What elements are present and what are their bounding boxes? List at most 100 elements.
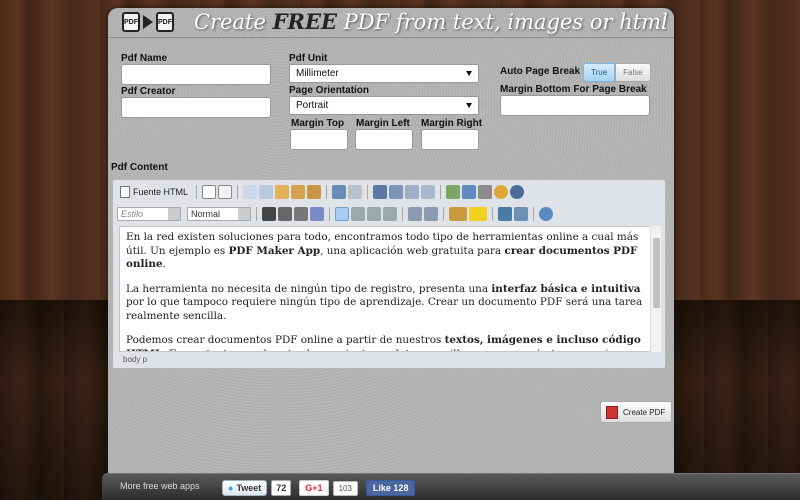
tweet-label: Tweet [236, 483, 262, 493]
logo: PDF PDF [122, 12, 174, 32]
format-combo[interactable]: Normal [187, 207, 251, 221]
scrollbar-thumb[interactable] [653, 238, 660, 308]
bold-icon[interactable] [262, 207, 276, 221]
toolbar-separator [196, 185, 198, 199]
editor-paragraph: Podemos crear documentos PDF online a pa… [126, 334, 652, 351]
paragraph-text: La herramienta no necesita de ningún tip… [126, 282, 492, 295]
pdf-unit-select[interactable]: Millimeter [289, 64, 479, 83]
tweet-count: 72 [271, 480, 292, 496]
link-icon[interactable] [498, 207, 512, 221]
tweet-button[interactable]: ● Tweet [222, 480, 268, 496]
margin-top-input[interactable] [290, 129, 348, 150]
create-pdf-label: Create PDF [623, 407, 666, 417]
pdf-file-icon [606, 406, 618, 419]
pdf-name-label: Pdf Name [121, 53, 168, 64]
twitter-bird-icon: ● [228, 483, 234, 493]
combo-arrow-icon [168, 208, 180, 220]
pdf-icon: PDF [156, 12, 174, 32]
pdf-creator-input[interactable] [121, 97, 271, 118]
paragraph-text: por lo que tampoco requiere ningún tipo … [126, 296, 643, 322]
page-title: Create FREE PDF from text, images or htm… [194, 9, 668, 34]
app-header: PDF PDF Create FREE PDF from text, image… [108, 8, 674, 38]
bold-text: PDF Maker App [228, 244, 321, 257]
editor-content[interactable]: En la red existen soluciones para todo, … [119, 226, 659, 352]
text-color-icon[interactable] [449, 207, 467, 221]
toolbar-separator [533, 207, 534, 221]
google-plus-button[interactable]: G+1 [299, 480, 329, 496]
align-left-icon[interactable] [335, 207, 349, 221]
style-combo[interactable]: Estilo [117, 207, 181, 221]
toolbar-separator [329, 207, 330, 221]
caret-down-icon [466, 71, 472, 76]
bulleted-list-icon[interactable] [424, 207, 438, 221]
toolbar-separator [402, 207, 403, 221]
editor-toolbar-row-1: Fuente HTML [117, 183, 525, 201]
title-free: FREE [272, 9, 337, 34]
margin-left-input[interactable] [355, 129, 413, 150]
pdf-content-label: Pdf Content [111, 162, 168, 173]
arrow-right-icon [143, 15, 153, 29]
copy-icon[interactable] [259, 185, 274, 199]
toolbar-separator [326, 185, 328, 199]
auto-break-true-button[interactable]: True [583, 63, 616, 82]
maximize-icon[interactable] [539, 207, 553, 221]
title-part-1: Create [194, 10, 273, 34]
title-part-2: PDF from text, images or html [336, 10, 668, 34]
select-all-icon[interactable] [405, 185, 420, 199]
toolbar-separator [367, 185, 369, 199]
auto-break-false-button[interactable]: False [615, 63, 651, 82]
cut-icon[interactable] [243, 185, 258, 199]
orientation-select[interactable]: Portrait [289, 96, 479, 115]
replace-icon[interactable] [389, 185, 404, 199]
table-icon[interactable] [462, 185, 477, 199]
editor-scrollbar[interactable] [650, 226, 661, 352]
smiley-icon[interactable] [494, 185, 509, 199]
italic-icon[interactable] [278, 207, 292, 221]
toolbar-separator [237, 185, 239, 199]
paste-icon[interactable] [275, 185, 290, 199]
format-combo-value: Normal [191, 209, 221, 219]
source-html-label: Fuente HTML [133, 187, 189, 197]
facebook-like-button[interactable]: Like 128 [365, 480, 416, 496]
remove-format-icon[interactable] [421, 185, 436, 199]
pdf-creator-label: Pdf Creator [121, 86, 176, 97]
special-char-icon[interactable] [510, 185, 525, 199]
undo-icon[interactable] [332, 185, 347, 199]
orientation-label: Page Orientation [289, 85, 370, 96]
auto-page-break-label: Auto Page Break [500, 66, 581, 77]
align-right-icon[interactable] [367, 207, 381, 221]
editor-paragraph: En la red existen soluciones para todo, … [126, 231, 652, 272]
background-color-icon[interactable] [469, 207, 487, 221]
create-pdf-button[interactable]: Create PDF [600, 401, 673, 423]
margin-bottom-label: Margin Bottom For Page Break [500, 84, 647, 95]
redo-icon[interactable] [348, 185, 363, 199]
footer-bar: More free web apps ● Tweet 72 G+1 103 Lik… [102, 473, 800, 500]
auto-page-break-toggle: True False [583, 63, 651, 82]
margin-left-label: Margin Left [356, 118, 410, 129]
source-html-button[interactable]: Fuente HTML [117, 186, 191, 198]
preview-icon[interactable] [218, 185, 233, 199]
style-combo-value: Estilo [121, 209, 144, 219]
caret-down-icon [466, 103, 472, 108]
new-page-icon[interactable] [202, 185, 217, 199]
underline-icon[interactable] [294, 207, 308, 221]
paste-text-icon[interactable] [291, 185, 306, 199]
eraser-icon[interactable] [310, 207, 324, 221]
find-icon[interactable] [373, 185, 388, 199]
pdf-name-input[interactable] [121, 64, 271, 85]
align-center-icon[interactable] [351, 207, 365, 221]
more-apps-link[interactable]: More free web apps [120, 481, 200, 491]
paste-word-icon[interactable] [307, 185, 322, 199]
toolbar-separator [492, 207, 493, 221]
unlink-icon[interactable] [514, 207, 528, 221]
horizontal-line-icon[interactable] [478, 185, 493, 199]
google-plus-count: 103 [332, 480, 358, 496]
margin-right-input[interactable] [421, 129, 479, 150]
numbered-list-icon[interactable] [408, 207, 422, 221]
paragraph-text: Podemos crear documentos PDF online a pa… [126, 334, 445, 346]
align-justify-icon[interactable] [383, 207, 397, 221]
margin-bottom-input[interactable] [500, 95, 650, 116]
image-icon[interactable] [446, 185, 461, 199]
toolbar-separator [440, 185, 442, 199]
pdf-unit-value: Millimeter [296, 68, 339, 79]
